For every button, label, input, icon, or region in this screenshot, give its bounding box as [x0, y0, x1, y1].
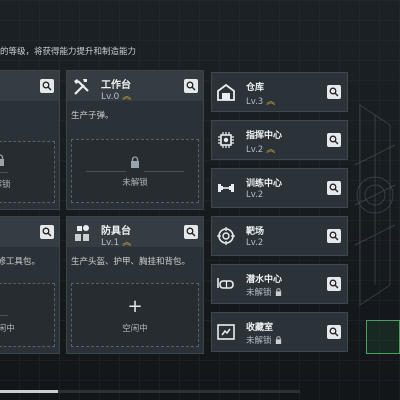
search-icon: [186, 227, 196, 237]
blueprint-decoration: [354, 104, 396, 306]
facility-card[interactable]: 训练中心 Lv.2: [211, 168, 348, 208]
search-button[interactable]: [184, 79, 198, 93]
search-button[interactable]: [40, 225, 54, 239]
warehouse-icon: [216, 82, 236, 102]
upgrade-arrow-icon: ︽: [122, 92, 131, 102]
lock-icon: [275, 336, 281, 344]
crafting-slot-idle[interactable]: + 空闲中: [71, 283, 199, 347]
level-text: Lv.2: [246, 238, 264, 248]
search-button[interactable]: [327, 277, 341, 291]
card-title: 收藏室: [246, 323, 274, 333]
collection-icon: [216, 322, 236, 342]
level-text: Lv.2: [246, 145, 264, 155]
facility-card[interactable]: 仓库 Lv.3 ︽: [211, 72, 348, 112]
level-text: Lv.3: [246, 97, 264, 107]
minimap-highlight: [366, 320, 400, 354]
facility-card[interactable]: 潜水中心 未解锁: [211, 264, 348, 304]
card-level: 未解锁: [246, 286, 282, 298]
tools-icon: [72, 77, 92, 97]
level-text: 未解锁: [246, 336, 272, 346]
workbench-card[interactable]: 工作台 Lv.0 ︽ 生产子弹。 未解锁: [66, 70, 204, 210]
page-description: 的等级，将获得能力提升和制造能力: [0, 47, 137, 57]
card-level: Lv.3 ︽: [246, 94, 275, 107]
search-icon: [329, 135, 339, 145]
slot-status: 未解锁: [122, 178, 148, 188]
card-description: 生产子弹。: [71, 111, 114, 121]
search-icon: [329, 231, 339, 241]
level-text: Lv.2: [246, 190, 264, 200]
slot-status: 解锁: [0, 180, 11, 190]
level-text: 未解锁: [246, 288, 272, 298]
search-icon: [42, 227, 52, 237]
card-title: 指挥中心: [246, 131, 283, 141]
lock-icon: [275, 288, 281, 296]
search-button[interactable]: [40, 79, 54, 93]
crafting-slot[interactable]: 空闲中: [0, 283, 55, 347]
command-chip-icon: [216, 130, 236, 150]
slot-status: 空闲中: [0, 324, 15, 334]
scrollbar-thumb[interactable]: [0, 390, 58, 393]
card-level: Lv.2 ︽: [246, 142, 275, 155]
level-text: Lv.1: [101, 238, 120, 248]
dumbbell-icon: [216, 178, 236, 198]
card-description: 维修工具包。: [0, 257, 41, 267]
card-level: Lv.0 ︽: [101, 89, 131, 102]
diving-mask-icon: [216, 274, 236, 294]
facility-card[interactable]: 靶场 Lv.2: [211, 216, 348, 256]
facility-card[interactable]: 指挥中心 Lv.2 ︽: [211, 120, 348, 160]
lock-icon: [0, 154, 4, 166]
search-icon: [186, 81, 196, 91]
upgrade-arrow-icon: ︽: [266, 97, 275, 107]
slot-status: 空闲中: [122, 324, 148, 334]
facility-card[interactable]: 收藏室 未解锁: [211, 312, 348, 352]
search-button[interactable]: [327, 181, 341, 195]
left-card-top[interactable]: 解锁: [0, 70, 60, 210]
card-title: 仓库: [246, 83, 265, 93]
lock-icon: [131, 156, 139, 168]
card-title: 靶场: [246, 227, 265, 237]
left-card-bottom[interactable]: 维修工具包。 空闲中: [0, 216, 60, 354]
armor-bench-card[interactable]: 防具台 Lv.1 ︽ 生产头盔、护甲、胸挂和背包。 + 空闲中: [66, 216, 204, 354]
search-icon: [329, 279, 339, 289]
card-title: 潜水中心: [246, 275, 283, 285]
search-icon: [329, 327, 339, 337]
search-button[interactable]: [184, 225, 198, 239]
horizontal-scrollbar[interactable]: [0, 390, 300, 393]
card-level: Lv.2: [246, 190, 263, 200]
target-icon: [216, 226, 236, 246]
card-level: 未解锁: [246, 334, 282, 346]
card-title: 训练中心: [246, 179, 283, 189]
search-icon: [329, 183, 339, 193]
armor-icon: [72, 223, 92, 243]
card-level: Lv.1 ︽: [101, 235, 131, 248]
upgrade-arrow-icon: ︽: [122, 238, 131, 248]
card-level: Lv.2: [246, 238, 263, 248]
crafting-slot[interactable]: 解锁: [0, 141, 55, 203]
add-icon: +: [127, 296, 143, 317]
search-icon: [329, 87, 339, 97]
search-button[interactable]: [327, 229, 341, 243]
search-button[interactable]: [327, 85, 341, 99]
search-icon: [42, 81, 52, 91]
search-button[interactable]: [327, 133, 341, 147]
card-description: 生产头盔、护甲、胸挂和背包。: [71, 257, 191, 267]
level-text: Lv.0: [101, 92, 120, 102]
crafting-slot[interactable]: 未解锁: [71, 139, 199, 203]
upgrade-arrow-icon: ︽: [266, 145, 275, 155]
search-button[interactable]: [327, 325, 341, 339]
